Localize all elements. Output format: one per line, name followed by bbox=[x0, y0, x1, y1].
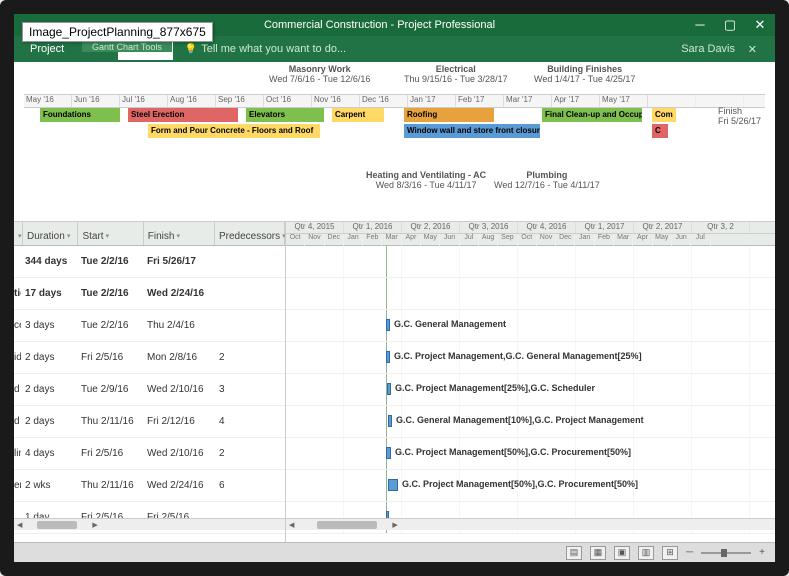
col-duration[interactable]: Duration bbox=[23, 222, 78, 245]
grid-hscroll[interactable] bbox=[14, 518, 285, 530]
timeline-bar[interactable]: C bbox=[652, 124, 668, 138]
table-row[interactable]: id and2 daysFri 2/5/16Mon 2/8/162 bbox=[14, 342, 285, 374]
gantt-row[interactable] bbox=[286, 246, 775, 278]
table-row[interactable]: eminary ngs2 wksThu 2/11/16Wed 2/24/166 bbox=[14, 470, 285, 502]
gantt-bar[interactable] bbox=[387, 383, 391, 395]
gantt-row[interactable]: G.C. Project Management[25%],G.C. Schedu… bbox=[286, 374, 775, 406]
view-resource-sheet-icon[interactable]: ▥ bbox=[638, 546, 654, 560]
timeline-bar[interactable]: Steel Erection bbox=[128, 108, 238, 122]
image-filename-tag: Image_ProjectPlanning_877x675 bbox=[22, 22, 213, 42]
gantt-row[interactable]: G.C. General Management bbox=[286, 310, 775, 342]
close-button[interactable]: ✕ bbox=[745, 17, 775, 33]
timeline-bar[interactable]: Elevators bbox=[246, 108, 324, 122]
col-predecessors[interactable]: Predecessors bbox=[215, 222, 285, 245]
timeline-callout: Heating and Ventilating - ACWed 8/3/16 -… bbox=[366, 170, 486, 190]
zoom-in-button[interactable]: + bbox=[759, 547, 765, 558]
gantt-bar-label: G.C. Project Management[50%],G.C. Procur… bbox=[402, 479, 638, 489]
col-start[interactable]: Start bbox=[78, 222, 143, 245]
timeline-bar[interactable]: Form and Pour Concrete - Floors and Roof bbox=[148, 124, 320, 138]
timeline-bar[interactable]: Roofing bbox=[404, 108, 494, 122]
gantt-bar[interactable] bbox=[386, 319, 390, 331]
table-row[interactable]: ce to d sign3 daysTue 2/2/16Thu 2/4/16 bbox=[14, 310, 285, 342]
timeline-ruler: May '16Jun '16Jul '16Aug '16Sep '16Oct '… bbox=[24, 94, 765, 108]
timeline-bar[interactable]: Com bbox=[652, 108, 676, 122]
gantt-bar-label: G.C. General Management bbox=[394, 319, 506, 329]
grid-header: Duration Start Finish Predecessors bbox=[14, 222, 285, 246]
timeline-bar[interactable]: Carpent bbox=[332, 108, 384, 122]
view-gantt-icon[interactable]: ▤ bbox=[566, 546, 582, 560]
gantt-bar-label: G.C. Project Management[50%],G.C. Procur… bbox=[395, 447, 631, 457]
task-grid-pane[interactable]: Duration Start Finish Predecessors 344 d… bbox=[14, 222, 286, 550]
timeline-callout: ElectricalThu 9/15/16 - Tue 3/28/17 bbox=[404, 64, 508, 84]
gantt-row[interactable]: G.C. Project Management[50%],G.C. Procur… bbox=[286, 470, 775, 502]
table-row[interactable]: d submit idule2 daysTue 2/9/16Wed 2/10/1… bbox=[14, 374, 285, 406]
table-row[interactable]: ling4 daysFri 2/5/16Wed 2/10/162 bbox=[14, 438, 285, 470]
table-row[interactable]: tions17 daysTue 2/2/16Wed 2/24/16 bbox=[14, 278, 285, 310]
tell-me-search[interactable]: Tell me what you want to do... bbox=[185, 43, 346, 55]
gantt-bar[interactable] bbox=[386, 351, 390, 363]
timeline-finish-label: Finish Fri 5/26/17 bbox=[718, 106, 761, 126]
view-team-planner-icon[interactable]: ▣ bbox=[614, 546, 630, 560]
gantt-row[interactable] bbox=[286, 278, 775, 310]
view-report-icon[interactable]: ⊞ bbox=[662, 546, 678, 560]
timeline-bar[interactable]: Foundations bbox=[40, 108, 120, 122]
col-name[interactable] bbox=[14, 222, 23, 245]
gantt-timescale: Qtr 4, 2015Qtr 1, 2016Qtr 2, 2016Qtr 3, … bbox=[286, 222, 775, 246]
gantt-bar[interactable] bbox=[386, 447, 391, 459]
timeline-bar[interactable]: Window wall and store front closures bbox=[404, 124, 540, 138]
timeline-callout: Masonry WorkWed 7/6/16 - Tue 12/6/16 bbox=[269, 64, 370, 84]
gantt-chart-pane[interactable]: Qtr 4, 2015Qtr 1, 2016Qtr 2, 2016Qtr 3, … bbox=[286, 222, 775, 550]
timeline-callout: Building FinishesWed 1/4/17 - Tue 4/25/1… bbox=[534, 64, 635, 84]
minimize-button[interactable]: ─ bbox=[685, 17, 715, 33]
gantt-hscroll[interactable] bbox=[286, 518, 775, 530]
gantt-row[interactable]: G.C. Project Management,G.C. General Man… bbox=[286, 342, 775, 374]
col-finish[interactable]: Finish bbox=[144, 222, 215, 245]
status-bar: ▤ ▦ ▣ ▥ ⊞ ─ + bbox=[14, 542, 775, 562]
view-task-usage-icon[interactable]: ▦ bbox=[590, 546, 606, 560]
ribbon-collapse-icon[interactable]: ✕ bbox=[748, 43, 757, 56]
gantt-bar[interactable] bbox=[388, 415, 392, 427]
gantt-bar-label: G.C. Project Management[25%],G.C. Schedu… bbox=[395, 383, 595, 393]
gantt-bar[interactable] bbox=[388, 479, 398, 491]
table-row[interactable]: d submit values2 daysThu 2/11/16Fri 2/12… bbox=[14, 406, 285, 438]
gantt-bar-label: G.C. General Management[10%],G.C. Projec… bbox=[396, 415, 644, 425]
gantt-row[interactable]: G.C. Project Management[50%],G.C. Procur… bbox=[286, 438, 775, 470]
timeline-pane: Masonry WorkWed 7/6/16 - Tue 12/6/16 Elec… bbox=[14, 62, 775, 222]
gantt-bar-label: G.C. Project Management,G.C. General Man… bbox=[394, 351, 642, 361]
zoom-slider[interactable] bbox=[701, 552, 751, 554]
zoom-out-button[interactable]: ─ bbox=[686, 547, 693, 558]
maximize-button[interactable]: ▢ bbox=[715, 17, 745, 33]
table-row[interactable]: 344 daysTue 2/2/16Fri 5/26/17 bbox=[14, 246, 285, 278]
gantt-row[interactable]: G.C. General Management[10%],G.C. Projec… bbox=[286, 406, 775, 438]
timeline-callout: PlumbingWed 12/7/16 - Tue 4/11/17 bbox=[494, 170, 600, 190]
timeline-bar[interactable]: Final Clean-up and Occupancy bbox=[542, 108, 642, 122]
